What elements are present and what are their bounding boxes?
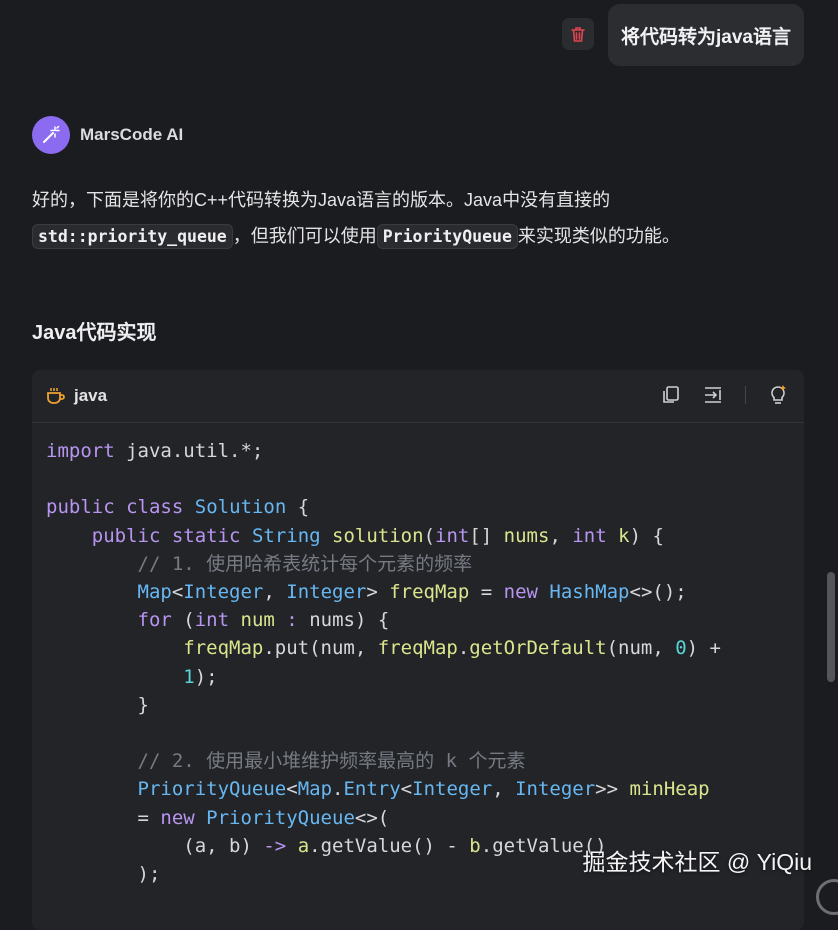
coffee-cup-icon — [47, 388, 65, 404]
scrollbar[interactable] — [827, 572, 835, 682]
user-message-text: 将代码转为java语言 — [621, 26, 791, 48]
intro-text: 来实现类似的功能。 — [517, 226, 680, 246]
delete-message-button[interactable] — [562, 18, 595, 50]
inline-code: std::priority_queue — [32, 224, 233, 249]
intro-text: ，但我们可以使用 — [232, 226, 377, 246]
trash-icon — [571, 26, 585, 42]
user-message-bubble: 将代码转为java语言 — [608, 4, 804, 66]
watermark: 掘金技术社区 @ YiQiu — [582, 849, 812, 875]
inline-code: PriorityQueue — [376, 224, 518, 249]
assistant-header: MarsCode AI — [32, 116, 183, 154]
section-heading: Java代码实现 — [32, 322, 157, 344]
insert-icon[interactable] — [703, 385, 723, 405]
avatar — [32, 116, 70, 154]
copy-icon[interactable] — [661, 385, 681, 405]
code-toolbar — [661, 384, 788, 406]
code-language: java — [46, 386, 107, 406]
toolbar-divider — [745, 386, 746, 404]
assistant-name: MarsCode AI — [80, 125, 184, 144]
user-message-row: 将代码转为java语言 — [562, 4, 804, 66]
code-content: import java.util.*; public class Solutio… — [46, 440, 721, 886]
corner-indicator — [816, 879, 838, 915]
code-language-label: java — [74, 386, 108, 405]
assistant-intro: 好的，下面是将你的C++代码转换为Java语言的版本。Java中没有直接的 st… — [32, 182, 792, 255]
code-block-header: java — [32, 370, 804, 423]
intro-text: 好的，下面是将你的C++代码转换为Java语言的版本。Java中没有直接的 — [32, 190, 611, 210]
magic-icon[interactable] — [768, 384, 788, 406]
magic-wand-icon — [43, 125, 60, 143]
